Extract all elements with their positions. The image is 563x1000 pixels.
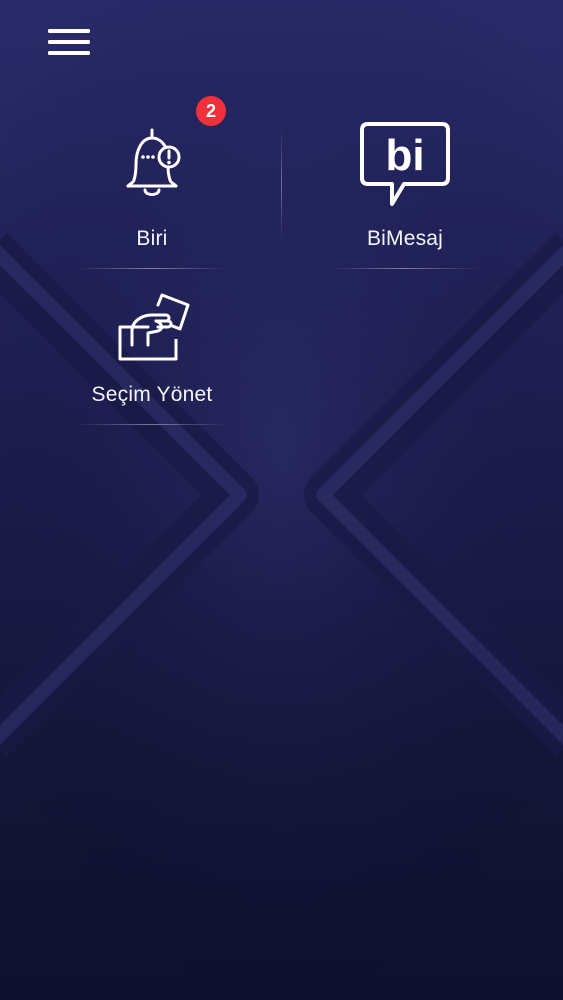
hamburger-menu-icon <box>48 29 90 55</box>
bi-chat-bubble-icon: bi <box>330 116 480 210</box>
tile-divider <box>281 128 282 240</box>
tile-label-secim-yonet: Seçim Yönet <box>91 383 213 406</box>
tile-label-bimesaj: BiMesaj <box>366 227 444 250</box>
tile-biri[interactable]: 2 Biri <box>77 96 227 270</box>
tile-underline <box>330 268 480 269</box>
tile-secim-yonet[interactable]: Seçim Yönet <box>77 285 227 430</box>
menu-button[interactable] <box>44 22 94 62</box>
tile-bimesaj[interactable]: bi BiMesaj <box>330 110 480 270</box>
bi-logo-text: bi <box>385 131 424 180</box>
notification-badge: 2 <box>196 96 226 126</box>
tile-underline <box>77 424 227 425</box>
ballot-box-vote-icon <box>77 289 227 369</box>
tile-label-biri: Biri <box>136 227 168 250</box>
bell-alert-icon <box>77 124 227 204</box>
tile-underline <box>77 268 227 269</box>
